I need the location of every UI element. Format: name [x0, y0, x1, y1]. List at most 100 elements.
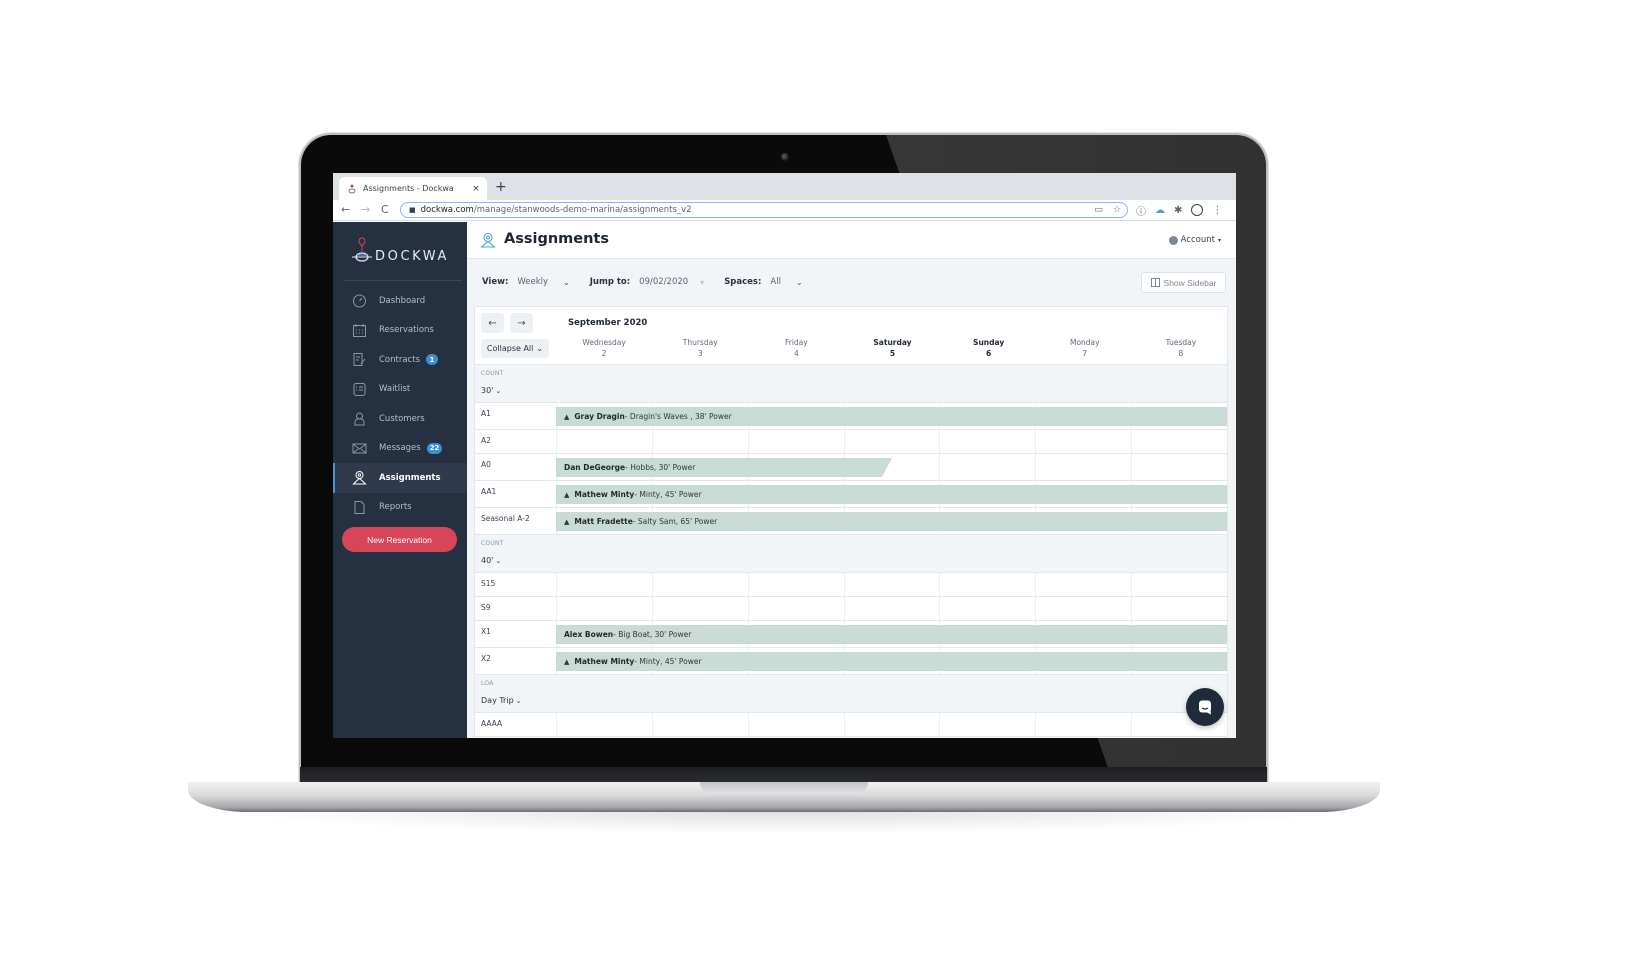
browser-menu-icon[interactable]: ⋮: [1212, 205, 1222, 216]
day-cell[interactable]: [1035, 430, 1131, 453]
show-sidebar-button[interactable]: Show Sidebar: [1141, 272, 1226, 293]
sidebar-item-dashboard[interactable]: Dashboard: [333, 286, 467, 316]
sidebar-item-contracts[interactable]: Contracts 1: [333, 345, 467, 375]
space-group-header: LOA Day Trip ⌄: [475, 675, 1227, 713]
group-toggle[interactable]: 40' ⌄: [481, 556, 501, 566]
more-groups-row: ⌄: [475, 737, 1227, 738]
chevron-down-icon[interactable]: ⌄: [563, 278, 570, 287]
day-cell[interactable]: [843, 573, 940, 596]
group-toggle[interactable]: Day Trip ⌄: [481, 696, 522, 706]
address-bar[interactable]: ■ dockwa.com /manage/stanwoods-demo-mari…: [400, 202, 1128, 218]
day-cell[interactable]: [651, 597, 748, 620]
day-cell[interactable]: [1035, 597, 1131, 620]
day-cell[interactable]: [747, 597, 844, 620]
profile-avatar-icon[interactable]: [1191, 204, 1204, 216]
day-cell[interactable]: [939, 454, 1035, 480]
day-header-friday: Friday 4: [748, 337, 844, 359]
waitlist-icon: [352, 382, 367, 397]
collapse-all-button[interactable]: Collapse All ⌄: [481, 339, 549, 358]
space-name: AAAA: [481, 719, 503, 728]
back-button[interactable]: ←: [341, 202, 350, 218]
new-tab-button[interactable]: +: [495, 179, 507, 195]
close-tab-icon[interactable]: ×: [469, 184, 483, 194]
bell-icon: ▲: [564, 490, 570, 499]
day-name: Friday: [784, 338, 808, 347]
laptop-shadow: [230, 812, 1340, 834]
day-cell[interactable]: [651, 430, 748, 453]
day-cell[interactable]: [843, 713, 940, 736]
extension-info-icon[interactable]: ⓘ: [1136, 203, 1146, 218]
reservation-bar[interactable]: ▲ Gray Dragin - Dragin's Waves , 38' Powe…: [556, 407, 1227, 426]
day-cell[interactable]: [1131, 597, 1227, 620]
page-title: Assignments: [504, 231, 609, 247]
day-cell[interactable]: [939, 430, 1035, 453]
new-reservation-button[interactable]: New Reservation: [342, 527, 457, 552]
day-cell[interactable]: [556, 597, 652, 620]
day-cell[interactable]: [843, 430, 940, 453]
day-cell[interactable]: [556, 430, 652, 453]
day-cell[interactable]: [651, 713, 748, 736]
day-cell[interactable]: [843, 597, 940, 620]
space-group-header: COUNT 40' ⌄: [475, 535, 1227, 573]
count-badge: 1: [426, 354, 438, 366]
jump-to-date-input[interactable]: 09/02/2020: [639, 277, 688, 287]
reservation-bar[interactable]: Dan DeGeorge - Hobbs, 30' Power: [556, 458, 892, 477]
next-week-button[interactable]: →: [510, 313, 533, 333]
day-header-wednesday: Wednesday 2: [556, 337, 652, 359]
sidebar-item-customers[interactable]: Customers: [333, 404, 467, 434]
group-toggle[interactable]: 30' ⌄: [481, 386, 501, 396]
chat-support-button[interactable]: [1186, 688, 1224, 726]
day-cell[interactable]: [939, 713, 1035, 736]
day-cell[interactable]: [1131, 454, 1227, 480]
cast-icon[interactable]: ▭: [1094, 203, 1103, 218]
view-select[interactable]: Weekly: [517, 277, 548, 287]
sidebar-item-reservations[interactable]: Reservations: [333, 316, 467, 346]
day-cell[interactable]: [556, 713, 652, 736]
day-cell[interactable]: [651, 573, 748, 596]
day-cell[interactable]: [1131, 573, 1227, 596]
chevron-down-icon[interactable]: ⌄: [796, 278, 803, 287]
day-cell[interactable]: [1035, 713, 1131, 736]
day-cell[interactable]: [1131, 430, 1227, 453]
dockwa-logo[interactable]: DOCKWA: [351, 236, 449, 264]
account-menu[interactable]: Account ▾: [1168, 235, 1221, 245]
bookmark-star-icon[interactable]: ☆: [1113, 203, 1121, 218]
caret-down-icon[interactable]: ▾: [700, 278, 704, 287]
browser-tab[interactable]: Assignments - Dockwa ×: [339, 177, 487, 200]
sidebar-item-reports[interactable]: Reports: [333, 493, 467, 523]
reservation-bar[interactable]: ▲ Matt Fradette - Salty Sam, 65' Power: [556, 512, 1227, 531]
guest-name: Mathew Minty: [574, 490, 635, 499]
extensions-puzzle-icon[interactable]: ✱: [1174, 205, 1182, 216]
sidebar-item-messages[interactable]: Messages 22: [333, 434, 467, 464]
document-icon: [352, 500, 367, 515]
forward-button[interactable]: →: [361, 202, 370, 218]
caret-down-icon: ▾: [1217, 236, 1221, 244]
sidebar-item-waitlist[interactable]: Waitlist: [333, 375, 467, 405]
day-cell[interactable]: [1035, 454, 1131, 480]
reservation-bar[interactable]: ▲ Mathew Minty - Minty, 45' Power: [556, 652, 1227, 671]
day-name: Saturday: [873, 338, 912, 347]
day-cell[interactable]: [747, 573, 844, 596]
day-cell[interactable]: [939, 573, 1035, 596]
day-name: Sunday: [973, 338, 1005, 347]
chevron-down-icon: ⌄: [515, 697, 522, 705]
reload-button[interactable]: C: [381, 202, 389, 218]
prev-week-button[interactable]: ←: [481, 313, 504, 333]
spaces-select[interactable]: All: [770, 277, 781, 287]
day-cell[interactable]: [747, 430, 844, 453]
extension-cloud-icon[interactable]: ☁: [1155, 205, 1165, 216]
reservation-bar[interactable]: ▲ Mathew Minty - Minty, 45' Power: [556, 485, 1227, 504]
guest-name: Alex Bowen: [564, 630, 614, 639]
sidebar-nav: Dashboard Reservations Contracts 1 Waitlist C…: [333, 286, 467, 522]
day-cell[interactable]: [556, 573, 652, 596]
dashboard-icon: [352, 293, 367, 308]
day-cell[interactable]: [1035, 573, 1131, 596]
day-cell[interactable]: [747, 713, 844, 736]
calendar-icon: [352, 323, 367, 338]
group-value-label: 40': [481, 556, 494, 565]
day-cell[interactable]: [939, 597, 1035, 620]
group-type-label: COUNT: [481, 370, 504, 377]
reservation-bar[interactable]: Alex Bowen - Big Boat, 30' Power: [556, 625, 1227, 644]
day-number: 6: [986, 349, 992, 358]
sidebar-item-assignments[interactable]: Assignments: [333, 463, 467, 493]
